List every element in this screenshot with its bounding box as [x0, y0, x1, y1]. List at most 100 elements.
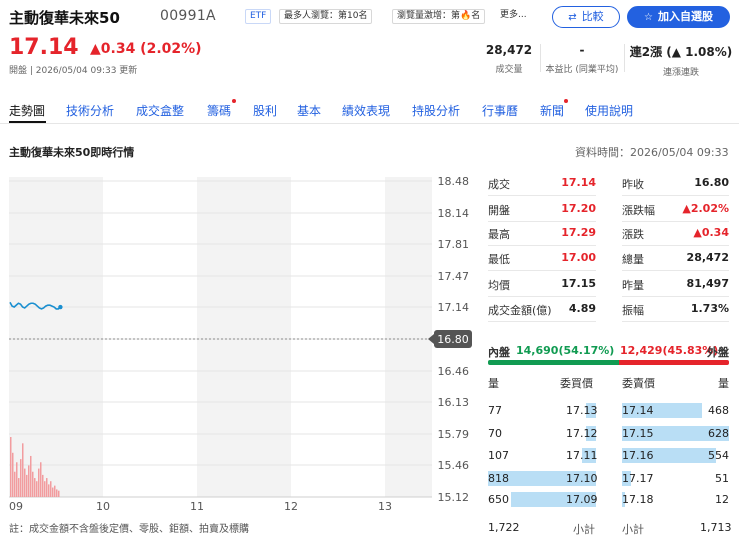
stat-volume-value: 28,472 [485, 43, 533, 57]
bid-price-header: 委買價 [560, 377, 593, 390]
stat-pe-ratio: - 本益比 (同業平均) [540, 43, 624, 75]
tab-performance[interactable]: 績效表現 [342, 102, 390, 119]
y-tick-label: 18.14 [438, 207, 470, 220]
tab-chips[interactable]: 籌碼 [207, 102, 231, 119]
tab-news[interactable]: 新聞 [540, 102, 564, 119]
ask-qty-header: 量 [718, 377, 729, 390]
ask-qty: 12 [715, 493, 729, 506]
quote-value: ▲2.02% [682, 202, 729, 215]
ask-qty: 554 [708, 449, 729, 462]
compare-icon: ⇄ [568, 12, 577, 23]
quote-label: 最低 [488, 253, 510, 266]
outer-ratio-fill [618, 360, 729, 365]
stat-pe-label: 本益比 (同業平均) [545, 65, 619, 75]
outer-volume-label: 外盤 [707, 346, 729, 359]
ask-qty: 51 [715, 472, 729, 485]
tab-bar: 走勢圖 技術分析 成交盒整 籌碼 股利 基本 績效表現 持股分析 行事曆 新聞 … [0, 98, 739, 124]
stock-code: 00991A [160, 8, 216, 24]
ask-price: 17.16 [622, 449, 654, 462]
bid-price: 17.13 [566, 404, 598, 417]
y-tick-label: 16.46 [438, 365, 470, 378]
tab-trades[interactable]: 成交盒整 [136, 102, 184, 119]
news-notification-dot [564, 99, 568, 103]
etf-badge[interactable]: ETF [245, 9, 272, 24]
volume-bar [24, 468, 26, 497]
bid-price: 17.11 [566, 449, 598, 462]
y-tick-label: 17.14 [438, 301, 470, 314]
stat-volume-label: 成交量 [495, 65, 523, 75]
tab-trend-chart[interactable]: 走勢圖 [9, 102, 45, 119]
stat-pe-value: - [579, 43, 585, 57]
volume-bar [28, 465, 30, 497]
y-tick-label: 15.79 [438, 428, 470, 441]
y-tick-label: 15.46 [438, 459, 470, 472]
ask-price-header: 委賣價 [622, 377, 655, 390]
stat-streak: 連2漲 (▲ 1.08%) 連漲連跌 [625, 43, 737, 78]
y-tick-label: 18.48 [438, 175, 470, 188]
bid-price: 17.12 [566, 427, 598, 440]
tab-basic[interactable]: 基本 [297, 102, 321, 119]
quote-row-divider [622, 321, 729, 322]
quote-label: 均價 [488, 279, 510, 292]
volume-bar [46, 478, 48, 497]
quote-row-divider [622, 270, 729, 271]
bid-qty-header: 量 [488, 377, 499, 390]
tab-calendar[interactable]: 行事曆 [482, 102, 518, 119]
tab-help[interactable]: 使用說明 [585, 102, 633, 119]
quote-value: 17.20 [561, 202, 596, 215]
chips-notification-dot [232, 99, 236, 103]
update-status: 開盤 | 2026/05/04 09:33 更新 [9, 66, 138, 76]
quote-value: 1.73% [690, 302, 729, 315]
y-tick-label: 16.13 [438, 396, 470, 409]
inner-volume-label: 內盤 [488, 346, 510, 359]
data-timestamp: 資料時間：2026/05/04 09:33 [575, 146, 729, 159]
add-watchlist-button[interactable]: ☆ 加入自選股 [627, 6, 730, 28]
price-change: ▲0.34 (2.02%) [90, 41, 202, 57]
quote-row-divider [488, 321, 596, 322]
x-tick-label: 13 [378, 500, 392, 513]
chart-section-title: 主動復華未來50即時行情 [9, 146, 135, 159]
popular-rank-badge[interactable]: 最多人瀏覽：第10名 [279, 9, 373, 24]
volume-bar [22, 443, 24, 497]
bid-subtotal-label: 小計 [573, 523, 595, 536]
volume-bar [18, 478, 20, 497]
quote-row-divider [622, 296, 729, 297]
volume-bar [34, 478, 36, 497]
ask-qty: 628 [708, 427, 729, 440]
bid-qty: 70 [488, 427, 502, 440]
volume-bar [52, 487, 54, 497]
quote-label: 昨收 [622, 178, 644, 191]
quote-row-divider [622, 195, 729, 196]
volume-bar [38, 468, 40, 497]
tab-dividend[interactable]: 股利 [253, 102, 277, 119]
compare-button[interactable]: ⇄ 比較 [552, 6, 620, 28]
stock-name: 主動復華未來50 [9, 9, 120, 27]
active-tab-indicator [9, 121, 46, 123]
quote-label: 開盤 [488, 204, 510, 217]
x-tick-label: 11 [190, 500, 204, 513]
quote-row-divider [488, 296, 596, 297]
volume-bar [32, 471, 34, 497]
bid-qty: 107 [488, 449, 509, 462]
inner-ratio-fill [488, 360, 619, 365]
bid-qty: 77 [488, 404, 502, 417]
more-badges-link[interactable]: 更多... [496, 9, 531, 24]
quote-value: 17.00 [561, 251, 596, 264]
y-tick-label: 17.81 [438, 238, 470, 251]
volume-surge-badge[interactable]: 瀏覽量激增：第🔥名 [392, 9, 486, 24]
tab-holdings[interactable]: 持股分析 [412, 102, 460, 119]
ask-price: 17.18 [622, 493, 654, 506]
add-watchlist-label: 加入自選股 [657, 10, 713, 23]
ask-price: 17.14 [622, 404, 654, 417]
tab-technical[interactable]: 技術分析 [66, 102, 114, 119]
inner-volume-value: 14,690(54.17%) [516, 344, 615, 357]
bid-price: 17.09 [566, 493, 598, 506]
quote-row-divider [488, 221, 596, 222]
volume-bar [58, 490, 60, 497]
y-tick-label: 15.12 [438, 491, 470, 504]
bid-total: 1,722 [488, 521, 520, 534]
quote-row-divider [488, 245, 596, 246]
inner-outer-ratio-bar [488, 360, 729, 365]
intraday-chart[interactable]: 18.48 18.14 17.81 17.47 17.14 16.80 16.46 16.13… [0, 170, 480, 540]
volume-bar [54, 485, 56, 497]
